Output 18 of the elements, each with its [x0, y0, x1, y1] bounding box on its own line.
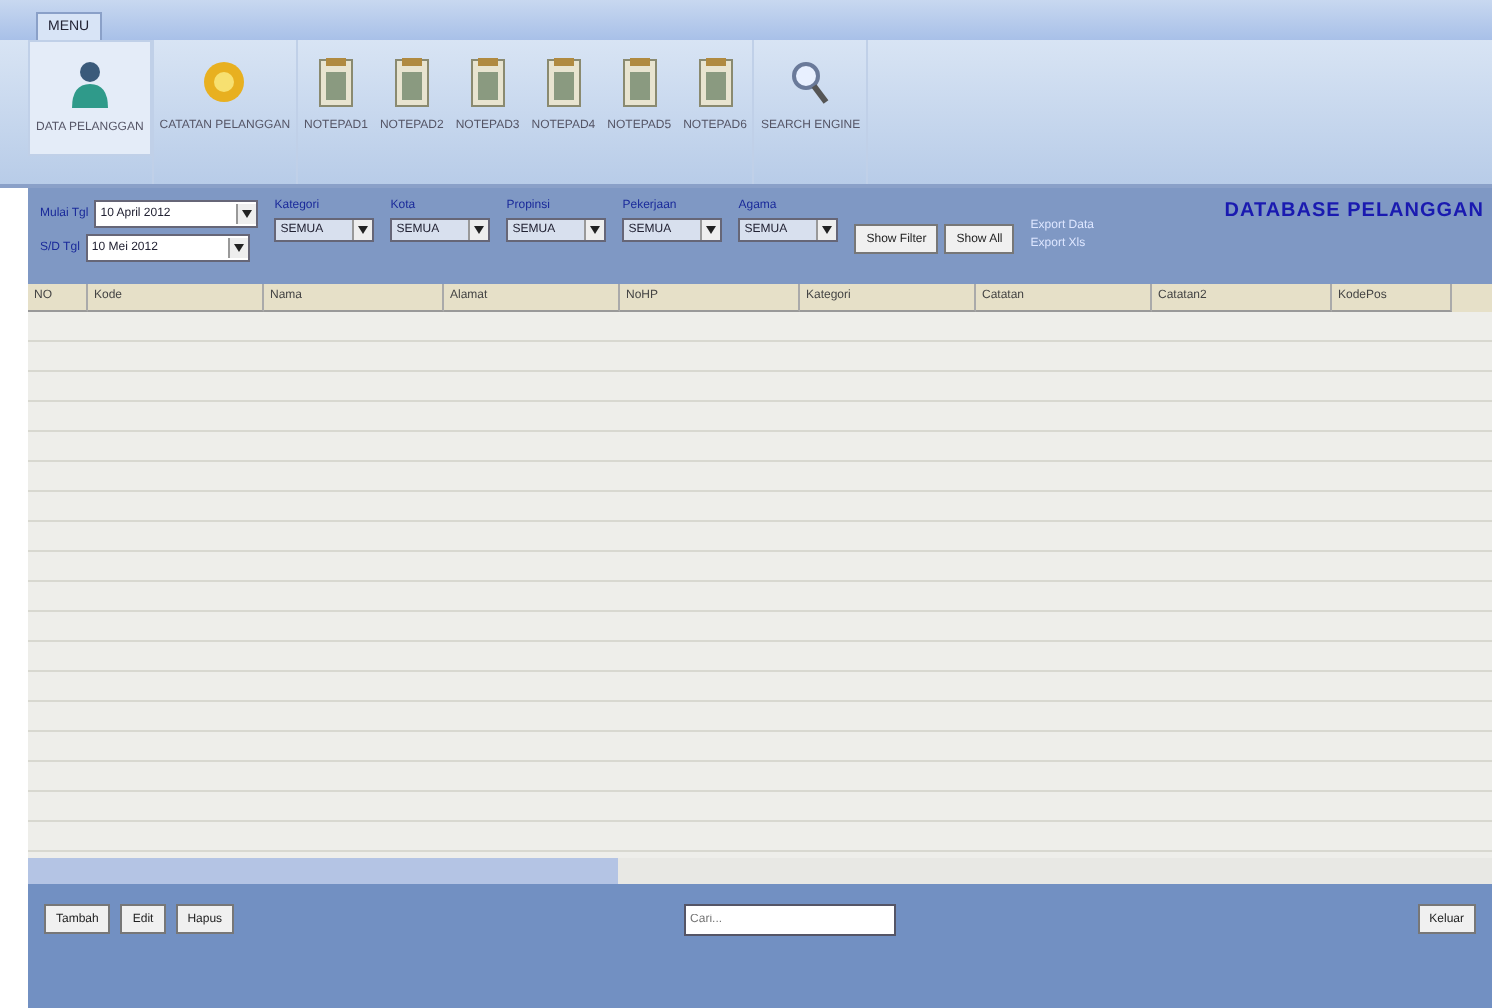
caret-icon[interactable] — [816, 220, 837, 240]
notepad-icon — [697, 56, 734, 108]
page-title: DATABASE PELANGGAN — [1224, 200, 1484, 222]
notepad-icon — [317, 56, 354, 108]
search-icon — [788, 56, 833, 108]
caret-icon[interactable] — [584, 220, 605, 240]
notepad-icon — [545, 56, 582, 108]
scrollbar-thumb[interactable] — [28, 858, 618, 884]
notepad-icon — [621, 56, 658, 108]
notepad-icon — [393, 56, 430, 108]
person-icon — [67, 58, 112, 110]
caret-icon[interactable] — [468, 220, 489, 240]
notepad-icon — [469, 56, 506, 108]
caret-icon[interactable] — [227, 238, 248, 258]
caret-icon[interactable] — [352, 220, 373, 240]
caret-icon[interactable] — [700, 220, 721, 240]
badge-icon — [202, 56, 247, 108]
caret-icon[interactable] — [236, 204, 257, 224]
